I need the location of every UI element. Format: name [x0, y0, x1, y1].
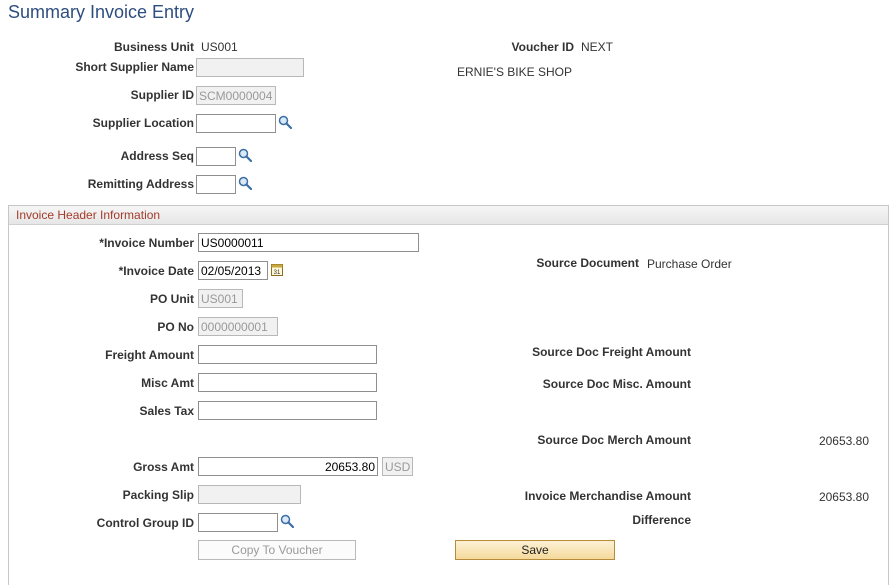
remitting-address-field[interactable] [196, 175, 236, 194]
packing-slip-label: Packing Slip [122, 488, 194, 502]
source-document-value: Purchase Order [647, 257, 732, 271]
address-seq-field[interactable] [196, 147, 236, 166]
sales-tax-label: Sales Tax [139, 404, 194, 418]
supplier-location-field[interactable] [196, 114, 276, 133]
voucher-id-label: Voucher ID [511, 40, 574, 54]
invoice-number-field[interactable] [198, 233, 419, 252]
calendar-icon[interactable]: 31 [271, 263, 283, 276]
source-doc-misc-label: Source Doc Misc. Amount [542, 377, 691, 391]
business-unit-label: Business Unit [113, 40, 194, 54]
supplier-name-value: ERNIE'S BIKE SHOP [457, 65, 572, 79]
section-title: Invoice Header Information [16, 208, 161, 222]
po-unit-label: PO Unit [150, 292, 194, 306]
po-no-field[interactable] [198, 317, 278, 336]
svg-text:31: 31 [274, 270, 281, 276]
misc-amt-field[interactable] [198, 373, 377, 392]
control-group-field[interactable] [198, 513, 278, 532]
voucher-id-value: NEXT [581, 40, 614, 54]
sales-tax-field[interactable] [198, 401, 377, 420]
source-doc-freight-label: Source Doc Freight Amount [532, 345, 691, 359]
difference-label: Difference [632, 513, 691, 527]
invoice-merch-value: 20653.80 [818, 490, 869, 504]
control-group-lookup-icon[interactable] [280, 514, 294, 528]
invoice-date-field[interactable] [198, 261, 268, 280]
page-title: Summary Invoice Entry [8, 2, 195, 22]
address-seq-label: Address Seq [120, 149, 194, 163]
currency-field[interactable] [382, 457, 413, 476]
freight-amount-label: Freight Amount [105, 348, 194, 362]
short-supplier-name-label: Short Supplier Name [75, 60, 194, 74]
section-header-bar: Invoice Header Information [9, 206, 888, 225]
control-group-label: Control Group ID [96, 516, 194, 530]
remitting-address-label: Remitting Address [87, 177, 194, 191]
copy-to-voucher-button[interactable]: Copy To Voucher [198, 540, 356, 560]
source-doc-merch-label: Source Doc Merch Amount [537, 433, 691, 447]
supplier-id-field[interactable] [196, 86, 276, 105]
supplier-location-lookup-icon[interactable] [278, 115, 292, 129]
invoice-number-label: *Invoice Number [99, 236, 194, 250]
invoice-merch-label: Invoice Merchandise Amount [524, 489, 691, 503]
source-document-label: Source Document [536, 256, 639, 270]
misc-amt-label: Misc Amt [141, 376, 194, 390]
source-doc-merch-value: 20653.80 [818, 434, 869, 448]
business-unit-value: US001 [201, 40, 238, 54]
address-seq-lookup-icon[interactable] [238, 148, 252, 162]
supplier-location-label: Supplier Location [92, 116, 194, 130]
short-supplier-name-field[interactable] [196, 58, 304, 77]
freight-amount-field[interactable] [198, 345, 377, 364]
po-no-label: PO No [157, 320, 194, 334]
po-unit-field[interactable] [198, 289, 243, 308]
gross-amt-field[interactable] [198, 457, 378, 476]
remitting-address-lookup-icon[interactable] [238, 176, 252, 190]
save-button[interactable]: Save [455, 540, 615, 560]
packing-slip-field[interactable] [198, 485, 301, 504]
supplier-id-label: Supplier ID [130, 88, 194, 102]
invoice-date-label: *Invoice Date [118, 264, 194, 278]
gross-amt-label: Gross Amt [133, 460, 194, 474]
